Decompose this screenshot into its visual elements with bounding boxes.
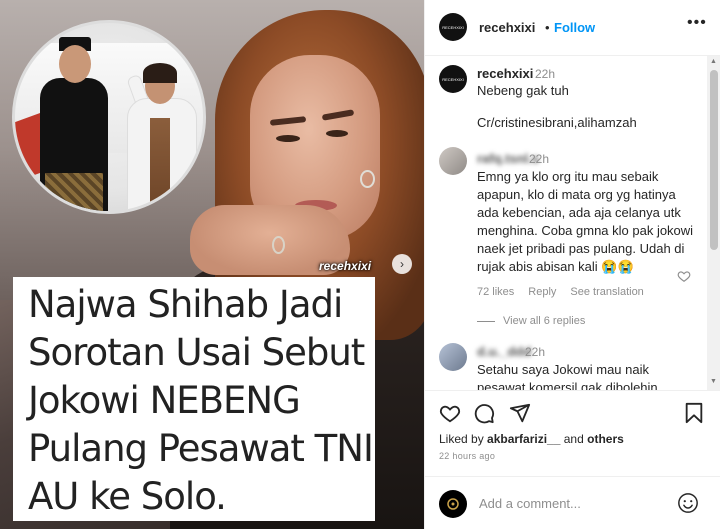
post-headline: Najwa Shihab Jadi Sorotan Usai Sebut Jok…	[28, 283, 374, 518]
person-hair-2	[143, 63, 177, 83]
reply-button[interactable]: Reply	[528, 286, 556, 298]
comments-list[interactable]: RECEHXIXI recehxixi 22h Nebeng gak tuh C…	[425, 56, 720, 390]
avatar-text: RECEHXIXI	[442, 76, 464, 82]
liked-by-user[interactable]: akbarfarizi__	[487, 432, 560, 446]
heart-icon[interactable]	[439, 402, 461, 424]
emoji-icon[interactable]	[677, 492, 699, 514]
view-replies-button[interactable]: View all 6 replies	[503, 315, 585, 327]
avatar-text: RECEHXIXI	[442, 24, 464, 30]
post-image[interactable]: recehxixi › Najwa Shihab Jadi Sorotan Us…	[0, 0, 424, 529]
author-avatar[interactable]: RECEHXIXI	[439, 13, 467, 41]
liked-by-prefix: Liked by	[439, 432, 488, 446]
liked-by-suffix: and	[560, 432, 588, 446]
view-replies-line	[477, 321, 495, 322]
heart-icon[interactable]	[677, 269, 691, 283]
comment-meta: 72 likes Reply See translation	[477, 286, 658, 298]
author-username[interactable]: recehxixi	[479, 20, 535, 35]
add-comment-input[interactable]: Add a comment...	[479, 496, 581, 511]
post-time-ago: 22 hours ago	[439, 451, 496, 461]
caption-line-2: Cr/cristinesibrani,alihamzah	[477, 115, 637, 130]
follow-button[interactable]: Follow	[554, 20, 595, 35]
see-translation-link[interactable]: See translation	[570, 286, 643, 298]
add-comment-row: Add a comment...	[425, 476, 720, 530]
caption-time: 22h	[535, 67, 556, 81]
caption-username[interactable]: recehxixi	[477, 66, 533, 81]
comment-icon[interactable]	[473, 402, 495, 424]
comment-likes[interactable]: 72 likes	[477, 286, 514, 298]
scroll-up-icon[interactable]: ▲	[710, 58, 717, 65]
sparkle-icon	[447, 498, 459, 510]
more-horizontal-icon[interactable]: •••	[687, 14, 707, 32]
person-sash	[150, 118, 170, 208]
comment-username[interactable]: d.u._ddd	[477, 344, 531, 359]
scrollbar[interactable]: ▲ ▼	[707, 56, 720, 390]
bookmark-icon[interactable]	[683, 402, 705, 424]
caption-avatar[interactable]: RECEHXIXI	[439, 65, 467, 93]
right-eye	[326, 130, 348, 137]
liked-by-others[interactable]: others	[587, 432, 624, 446]
left-eye	[276, 135, 300, 142]
earring	[360, 170, 375, 188]
comment-avatar[interactable]	[439, 147, 467, 175]
comments-panel: RECEHXIXI recehxixi • Follow ••• RECEHXI…	[424, 0, 720, 529]
comment-time: 22h	[525, 345, 546, 359]
action-bar	[425, 390, 720, 431]
share-icon[interactable]	[509, 402, 531, 424]
inset-photo	[12, 20, 206, 214]
person-head	[59, 45, 91, 83]
comment-time: 22h	[529, 152, 550, 166]
chevron-right-icon: ›	[400, 257, 404, 271]
scroll-down-icon[interactable]: ▼	[710, 378, 717, 385]
caption-line-1: Nebeng gak tuh	[477, 83, 569, 98]
next-slide-button[interactable]: ›	[392, 254, 412, 274]
comment-text: Setahu saya Jokowi mau naik pesawat kome…	[477, 362, 658, 390]
current-user-avatar[interactable]	[439, 490, 467, 518]
scrollbar-thumb[interactable]	[710, 70, 718, 250]
post-header: RECEHXIXI recehxixi • Follow •••	[425, 0, 720, 56]
comment-avatar[interactable]	[439, 343, 467, 371]
ring	[272, 236, 285, 254]
watermark-text: recehxixi	[319, 259, 372, 273]
comment-text: Emng ya klo org itu mau sebaik apapun, k…	[477, 169, 694, 274]
liked-by: Liked by akbarfarizi__ and others	[439, 432, 624, 446]
person-sarong	[45, 173, 103, 211]
separator-dot: •	[545, 20, 550, 35]
